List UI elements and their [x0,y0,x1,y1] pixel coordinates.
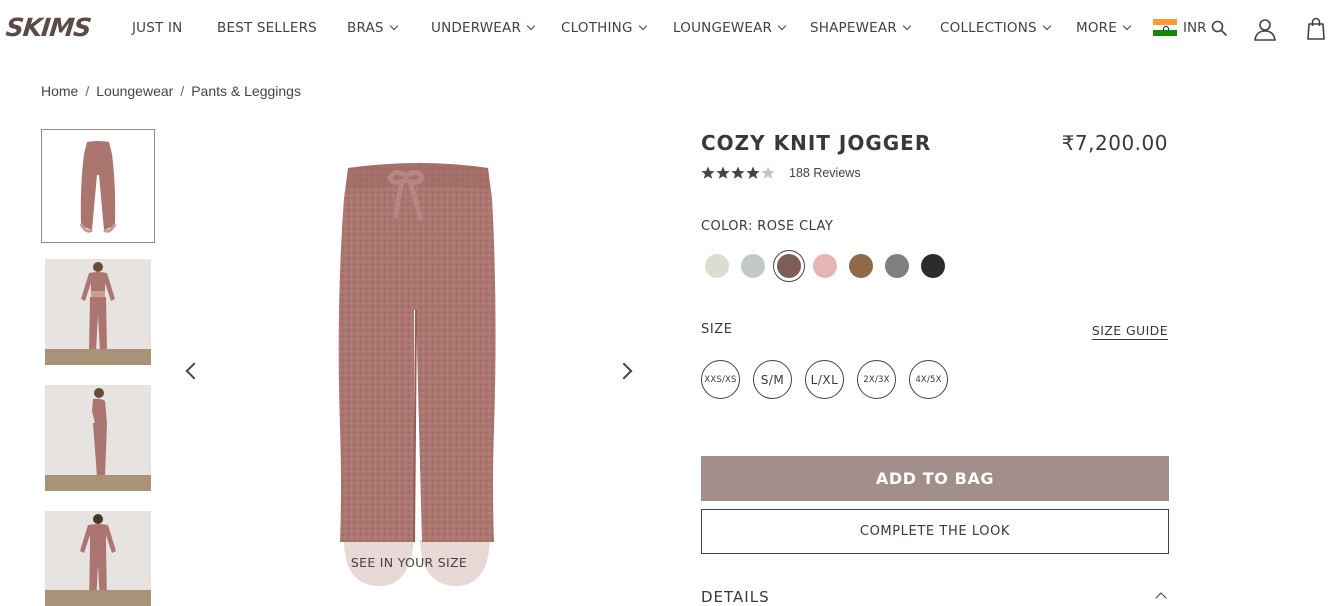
nav-item-label: COLLECTIONS [940,20,1037,36]
skims-logo[interactable]: SKIMS [4,13,92,42]
cozy-knit-jogger-image [338,163,496,586]
nav-item-best-sellers[interactable]: BEST SELLERS [217,20,317,36]
search-icon[interactable] [1211,20,1227,36]
breadcrumb-separator: / [180,83,185,99]
account-icon[interactable] [1253,17,1277,41]
nav-item-label: UNDERWEAR [431,20,522,36]
size-label: SIZE [701,322,733,337]
size-guide-link[interactable]: SIZE GUIDE [1092,323,1168,338]
nav-item-just-in[interactable]: JUST IN [132,20,182,36]
nav-item-label: JUST IN [132,20,183,36]
nav-item-label: CLOTHING [561,20,633,36]
size-option-xxs-xs[interactable]: XXS/XS [701,360,740,399]
jogger-thumbnail-image [79,141,117,233]
nav-item-bras[interactable]: BRAS [347,20,398,36]
floor [45,590,151,606]
product-price: ₹7,200.00 [1061,131,1168,155]
color-swatch-selected[interactable] [773,250,805,282]
product-rating: 188 Reviews [701,166,861,180]
reviews-link[interactable]: 188 Reviews [789,166,861,180]
site-header: SKIMS JUST IN BEST SELLERS BRAS UNDERWEA… [0,0,1336,58]
size-option-s-m[interactable]: S/M [753,360,792,399]
chevron-down-icon [902,21,912,31]
thumbnail-model-side[interactable] [45,385,151,491]
add-to-bag-button[interactable]: ADD TO BAG [701,456,1169,501]
product-title: COZY KNIT JOGGER [701,131,932,155]
nav-item-clothing[interactable]: CLOTHING [561,20,647,36]
breadcrumb-home[interactable]: Home [41,83,78,99]
nav-item-collections[interactable]: COLLECTIONS [940,20,1052,36]
nav-item-more[interactable]: MORE [1076,20,1132,36]
breadcrumb-loungewear[interactable]: Loungewear [96,83,173,99]
color-swatch[interactable] [705,254,729,278]
chevron-down-icon [638,21,647,31]
chevron-up-icon [1155,592,1167,604]
nav-item-loungewear[interactable]: LOUNGEWEAR [673,20,787,36]
main-product-image[interactable] [170,128,648,606]
see-in-your-size-link[interactable]: SEE IN YOUR SIZE [338,555,480,570]
india-flag-icon [1153,19,1177,37]
breadcrumb-separator: / [85,83,90,99]
shopping-bag-icon[interactable] [1307,17,1325,40]
size-option-l-xl[interactable]: L/XL [805,360,844,399]
chevron-down-icon [1042,21,1052,31]
floor [45,475,151,491]
nav-item-underwear[interactable]: UNDERWEAR [431,20,536,36]
star-rating-icon [701,166,775,179]
color-swatch[interactable] [921,254,945,278]
nav-item-label: LOUNGEWEAR [673,20,773,36]
nav-item-label: BEST SELLERS [217,20,317,36]
color-swatch[interactable] [741,254,765,278]
details-accordion[interactable]: DETAILS [701,586,1169,606]
nav-item-label: SHAPEWEAR [810,20,897,36]
nav-item-label: MORE [1076,20,1117,36]
color-label: COLOR: ROSE CLAY [701,219,834,234]
rating-stars [701,166,775,180]
nav-item-shapewear[interactable]: SHAPEWEAR [810,20,912,36]
nav-item-label: BRAS [347,20,384,36]
chevron-down-icon [777,21,787,31]
color-swatch[interactable] [849,254,873,278]
floor [45,349,151,365]
thumbnail-model-front[interactable] [45,259,151,365]
chevron-down-icon [526,21,536,31]
color-swatch[interactable] [813,254,837,278]
thumbnail-model-back[interactable] [45,511,151,606]
chevron-down-icon [1122,21,1132,31]
breadcrumb: Home / Loungewear / Pants & Leggings [41,83,301,99]
details-label: DETAILS [701,588,770,606]
thumbnail-product-flat-lay[interactable] [41,129,155,243]
complete-the-look-button[interactable]: COMPLETE THE LOOK [701,509,1169,554]
size-option-4x-5x[interactable]: 4X/5X [909,360,948,399]
size-option-2x-3x[interactable]: 2X/3X [857,360,896,399]
color-swatch[interactable] [885,254,909,278]
currency-selector[interactable]: INR [1153,19,1207,37]
currency-label: INR [1183,19,1207,36]
chevron-down-icon [389,21,398,31]
breadcrumb-pants-leggings[interactable]: Pants & Leggings [191,83,301,99]
